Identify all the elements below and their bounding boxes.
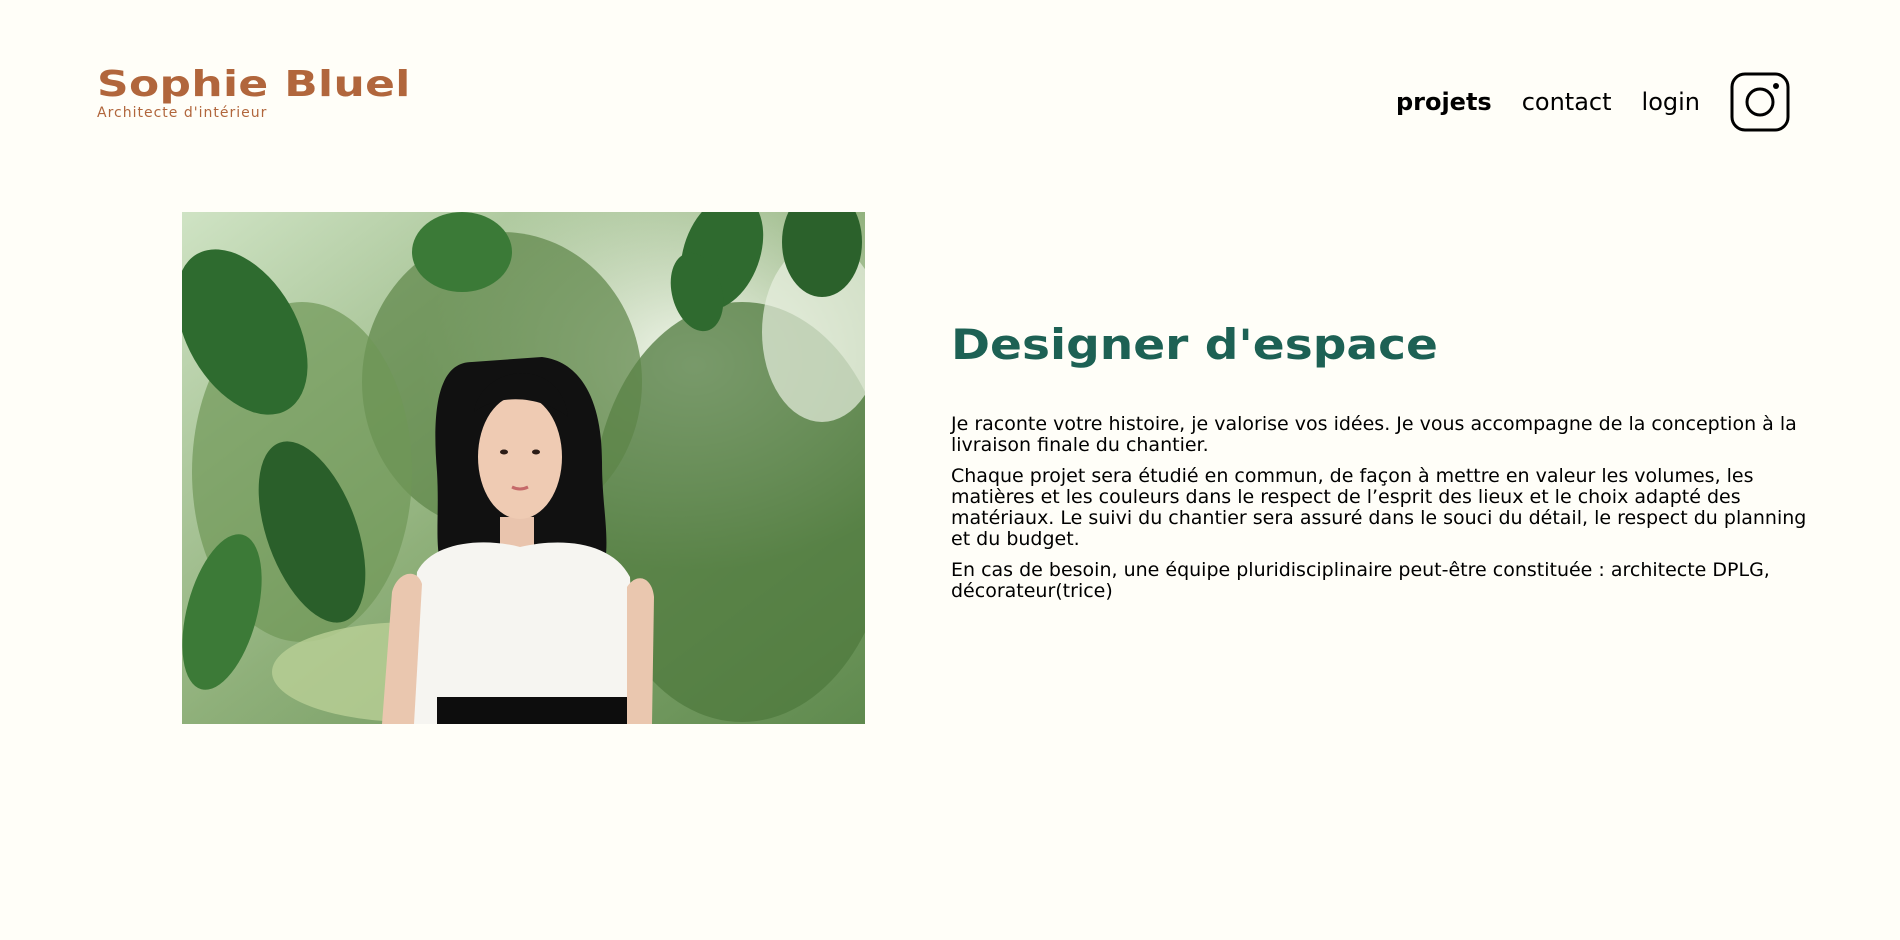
logo-subtitle: Architecte d'intérieur [97,105,268,121]
nav-link-login[interactable]: login [1642,87,1700,117]
nav-link-projects[interactable]: projets [1396,87,1492,117]
logo-title: Sophie Bluel [97,64,411,105]
intro-paragraph: Chaque projet sera étudié en commun, de … [951,465,1807,550]
intro-title: Designer d'espace [951,320,1438,369]
page: Sophie Bluel Architecte d'intérieur proj… [0,0,1900,940]
portrait-illustration [182,212,865,724]
intro-paragraph: Je raconte votre histoire, je valorise v… [951,413,1797,456]
intro-text: Je raconte votre histoire, je valorise v… [951,414,1821,612]
logo[interactable]: Sophie Bluel Architecte d'intérieur [97,66,410,122]
instagram-icon[interactable] [1730,72,1790,132]
main-nav: projets contact login [1396,72,1790,132]
intro-paragraph: En cas de besoin, une équipe pluridiscip… [951,559,1770,602]
nav-link-contact[interactable]: contact [1522,87,1612,117]
portrait-photo [182,212,865,724]
